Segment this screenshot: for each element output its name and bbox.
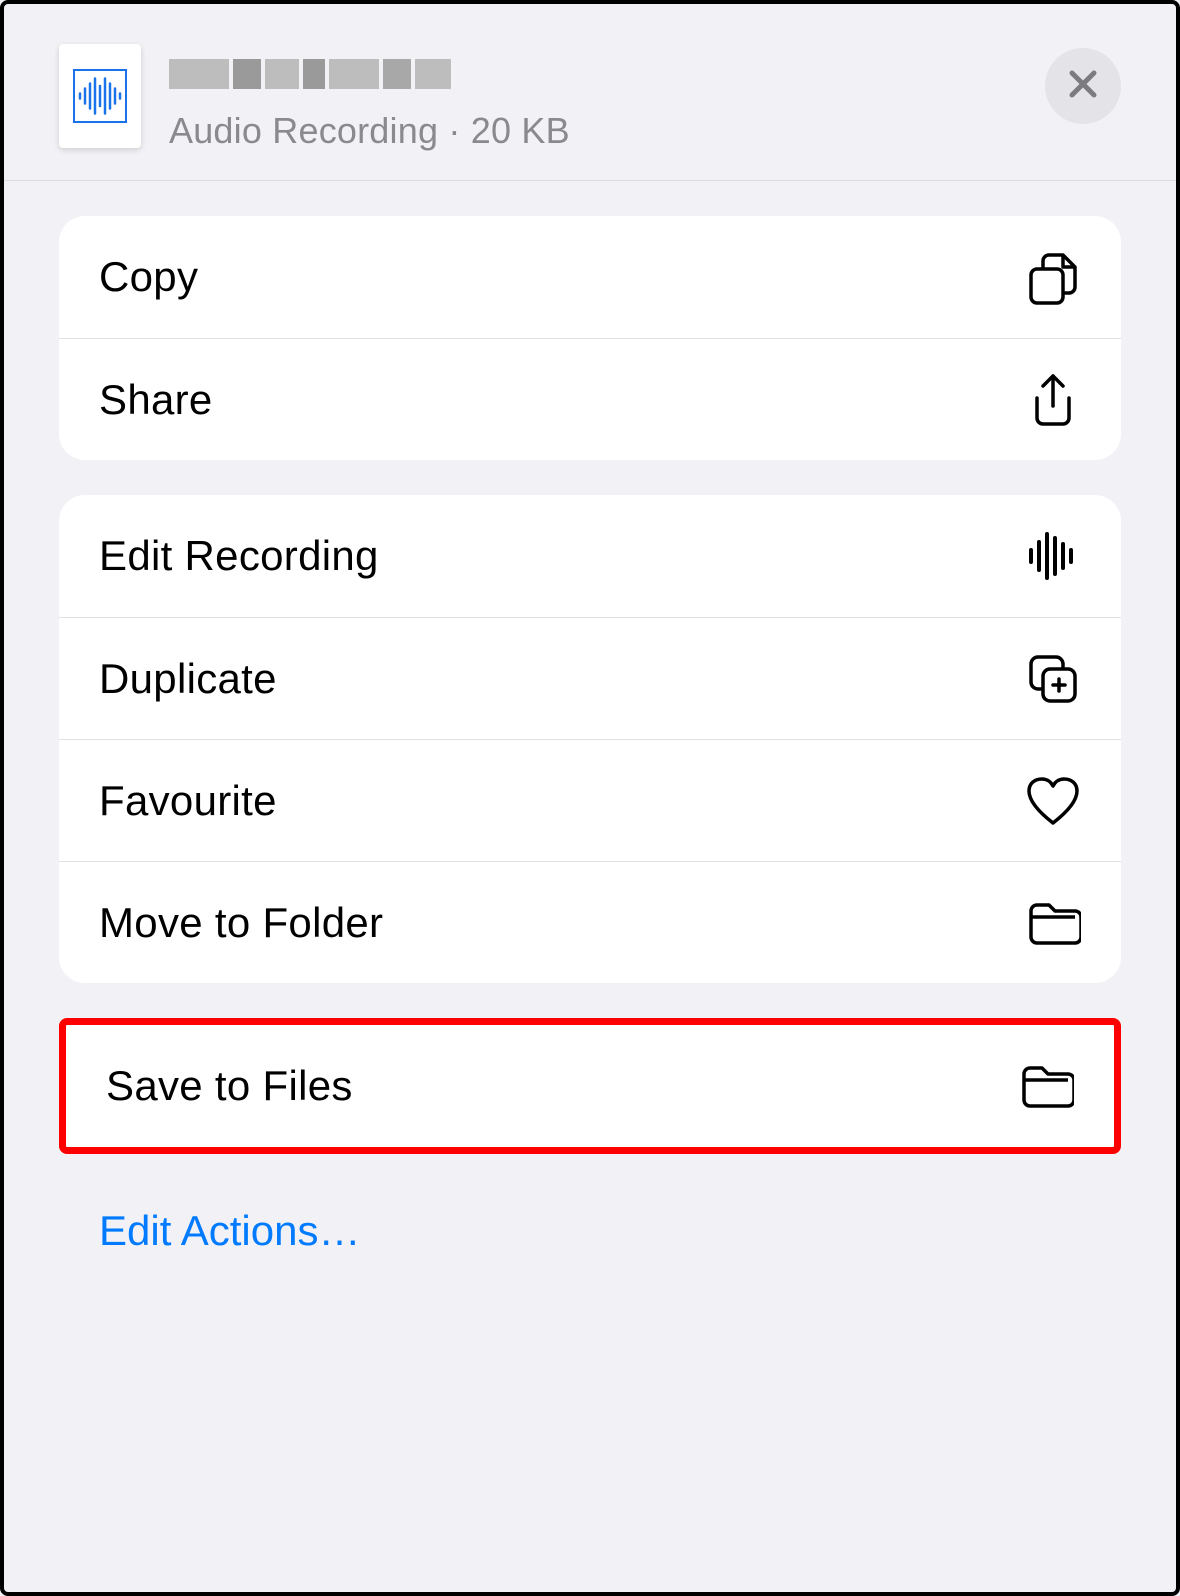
waveform-icon — [1025, 528, 1081, 584]
favourite-row[interactable]: Favourite — [59, 739, 1121, 861]
action-group-1: Copy Share — [59, 216, 1121, 460]
edit-recording-label: Edit Recording — [99, 532, 379, 580]
file-name-redacted — [169, 56, 1045, 92]
audio-waveform-icon — [73, 69, 127, 123]
copy-icon — [1025, 249, 1081, 305]
favourite-label: Favourite — [99, 777, 277, 825]
file-subtitle: Audio Recording · 20 KB — [169, 110, 1045, 152]
share-icon — [1025, 372, 1081, 428]
duplicate-label: Duplicate — [99, 655, 277, 703]
move-to-folder-row[interactable]: Move to Folder — [59, 861, 1121, 983]
file-info: Audio Recording · 20 KB — [169, 44, 1045, 152]
edit-actions-link[interactable]: Edit Actions… — [59, 1189, 1121, 1255]
copy-label: Copy — [99, 253, 198, 301]
close-icon — [1066, 67, 1100, 106]
folder-icon — [1018, 1058, 1074, 1114]
sheet-content: Copy Share — [4, 181, 1176, 1295]
share-row[interactable]: Share — [59, 338, 1121, 460]
heart-icon — [1025, 773, 1081, 829]
duplicate-icon — [1025, 651, 1081, 707]
folder-icon — [1025, 895, 1081, 951]
save-to-files-row[interactable]: Save to Files — [66, 1025, 1114, 1147]
share-label: Share — [99, 376, 213, 424]
save-to-files-label: Save to Files — [106, 1062, 353, 1110]
edit-recording-row[interactable]: Edit Recording — [59, 495, 1121, 617]
share-sheet: Audio Recording · 20 KB Copy — [0, 0, 1180, 1596]
move-to-folder-label: Move to Folder — [99, 899, 383, 947]
copy-row[interactable]: Copy — [59, 216, 1121, 338]
action-group-2: Edit Recording Duplicate — [59, 495, 1121, 983]
duplicate-row[interactable]: Duplicate — [59, 617, 1121, 739]
action-group-3-highlighted: Save to Files — [59, 1018, 1121, 1154]
sheet-header: Audio Recording · 20 KB — [4, 4, 1176, 181]
file-thumbnail — [59, 44, 141, 148]
close-button[interactable] — [1045, 48, 1121, 124]
